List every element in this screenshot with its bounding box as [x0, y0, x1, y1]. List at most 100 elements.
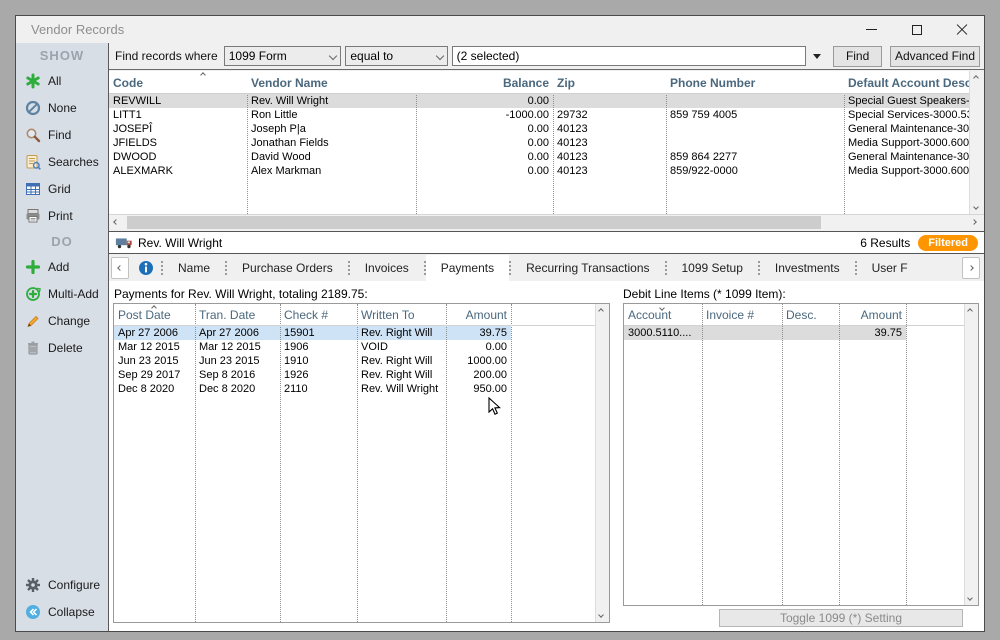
table-row[interactable]: JFIELDS Jonathan Fields 0.00 40123 Media…: [109, 136, 969, 150]
scroll-icon: [25, 154, 41, 170]
tab-invoices[interactable]: Invoices: [350, 255, 424, 281]
debit-row[interactable]: 3000.5110.... 39.75: [624, 326, 906, 340]
records-vertical-scrollbar[interactable]: [969, 71, 984, 214]
record-info-button[interactable]: [131, 255, 161, 281]
tab-1099-setup[interactable]: 1099 Setup: [667, 255, 758, 281]
table-row[interactable]: JOSEPÎ Joseph P|a 0.00 40123 General Mai…: [109, 122, 969, 136]
cell-zip: 40123: [553, 122, 666, 136]
cell-balance: -1000.00: [416, 108, 553, 122]
cell-tran-date: Sep 8 2016: [195, 368, 280, 382]
tabs-scroll-right-button[interactable]: [962, 257, 980, 279]
sidebar-item-grid[interactable]: Grid: [16, 175, 108, 202]
column-header-balance[interactable]: Balance: [416, 76, 553, 93]
sidebar-item-delete[interactable]: Delete: [16, 334, 108, 361]
cell-phone: [666, 136, 844, 150]
advanced-find-button[interactable]: Advanced Find: [890, 46, 980, 67]
maximize-icon: [912, 25, 922, 35]
column-header-written-to[interactable]: Written To: [357, 308, 446, 325]
table-row[interactable]: ALEXMARK Alex Markman 0.00 40123 859/922…: [109, 164, 969, 178]
cell-amount: 1000.00: [446, 354, 511, 368]
find-operator-dropdown[interactable]: equal to: [345, 46, 447, 66]
sidebar-section-show: SHOW: [16, 43, 108, 67]
sidebar-item-change[interactable]: Change: [16, 307, 108, 334]
sidebar-item-add[interactable]: Add: [16, 253, 108, 280]
column-header-post-date[interactable]: Post Date: [114, 308, 195, 325]
sidebar-item-collapse[interactable]: Collapse: [16, 598, 108, 625]
tab-name[interactable]: Name: [163, 255, 225, 281]
truck-icon: [115, 236, 133, 249]
triangle-down-icon: [813, 54, 821, 59]
records-table: Code Vendor Name Balance Zip Phone Numbe…: [109, 71, 969, 214]
table-row[interactable]: REVWILL Rev. Will Wright 0.00 Special Gu…: [109, 94, 969, 108]
minimize-button[interactable]: [849, 16, 894, 43]
sidebar-item-print[interactable]: Print: [16, 202, 108, 229]
sidebar-item-all[interactable]: All: [16, 67, 108, 94]
column-header-amount[interactable]: Amount: [839, 308, 906, 325]
tab-investments[interactable]: Investments: [760, 255, 855, 281]
scroll-down-icon: [973, 204, 979, 210]
close-button[interactable]: [939, 16, 984, 43]
sidebar-item-configure[interactable]: Configure: [16, 571, 108, 598]
cell-vendor-name: Jonathan Fields: [247, 136, 416, 150]
payment-row[interactable]: Apr 27 2006 Apr 27 2006 15901 Rev. Right…: [114, 326, 511, 340]
cell-phone: 859 864 2277: [666, 150, 844, 164]
main-area: Find records where 1099 Form equal to Fi…: [109, 43, 984, 631]
toggle-1099-button[interactable]: Toggle 1099 (*) Setting: [719, 609, 963, 627]
cell-vendor-name: Rev. Will Wright: [247, 94, 416, 108]
table-row[interactable]: LITT1 Ron Little -1000.00 29732 859 759 …: [109, 108, 969, 122]
column-header-invoice[interactable]: Invoice #: [702, 308, 782, 325]
cell-phone: [666, 122, 844, 136]
payments-vertical-scrollbar[interactable]: [595, 304, 609, 622]
column-header-default-account[interactable]: Default Account Desc: [844, 76, 969, 93]
payment-row[interactable]: Jun 23 2015 Jun 23 2015 1910 Rev. Right …: [114, 354, 609, 368]
cell-amount: 200.00: [446, 368, 511, 382]
column-header-vendor-name[interactable]: Vendor Name: [247, 76, 416, 93]
column-header-amount[interactable]: Amount: [446, 308, 511, 325]
find-value-input[interactable]: [452, 46, 806, 66]
cell-check: 1926: [280, 368, 357, 382]
column-header-desc[interactable]: Desc.: [782, 308, 839, 325]
status-bar: Rev. Will Wright 6 Results Filtered: [109, 231, 984, 254]
filtered-badge[interactable]: Filtered: [918, 235, 978, 251]
payment-row[interactable]: Mar 12 2015 Mar 12 2015 1906 VOID 0.00: [114, 340, 609, 354]
find-button[interactable]: Find: [833, 46, 882, 67]
find-field-dropdown[interactable]: 1099 Form: [224, 46, 342, 66]
tab-recurring-transactions[interactable]: Recurring Transactions: [511, 255, 664, 281]
cell-post-date: Mar 12 2015: [114, 340, 195, 354]
cell-code: DWOOD: [109, 150, 247, 164]
column-header-tran-date[interactable]: Tran. Date: [195, 308, 280, 325]
cell-check: 1910: [280, 354, 357, 368]
cell-balance: 0.00: [416, 94, 553, 108]
gear-icon: [25, 577, 41, 593]
tab-user-fields[interactable]: User F: [857, 255, 923, 281]
column-header-code[interactable]: Code: [109, 76, 247, 93]
table-row[interactable]: DWOOD David Wood 0.00 40123 859 864 2277…: [109, 150, 969, 164]
sidebar-item-label: Find: [48, 128, 71, 142]
sidebar-item-multi-add[interactable]: Multi-Add: [16, 280, 108, 307]
sidebar-item-searches[interactable]: Searches: [16, 148, 108, 175]
chevron-down-icon: [435, 52, 443, 60]
tabs-scroll-left-button[interactable]: [111, 257, 129, 279]
cell-written-to: VOID: [357, 340, 446, 354]
sidebar-item-none[interactable]: None: [16, 94, 108, 121]
records-horizontal-scrollbar[interactable]: [109, 214, 984, 230]
payment-row[interactable]: Sep 29 2017 Sep 8 2016 1926 Rev. Right W…: [114, 368, 609, 382]
cell-amount: 39.75: [839, 326, 906, 340]
sidebar-item-find[interactable]: Find: [16, 121, 108, 148]
close-icon: [956, 24, 968, 36]
chevron-left-icon: [117, 265, 123, 271]
maximize-button[interactable]: [894, 16, 939, 43]
tab-purchase-orders[interactable]: Purchase Orders: [227, 255, 348, 281]
column-header-phone[interactable]: Phone Number: [666, 76, 844, 93]
column-header-zip[interactable]: Zip: [553, 76, 666, 93]
cell-default-account: Special Services-3000.53: [844, 108, 969, 122]
scrollbar-thumb[interactable]: [127, 216, 821, 229]
column-header-account[interactable]: Account: [624, 308, 702, 325]
payment-row[interactable]: Dec 8 2020 Dec 8 2020 2110 Rev. Will Wri…: [114, 382, 609, 396]
cell-zip: 29732: [553, 108, 666, 122]
find-value-dropdown-button[interactable]: [810, 46, 823, 66]
column-header-check[interactable]: Check #: [280, 308, 357, 325]
debit-vertical-scrollbar[interactable]: [964, 304, 978, 605]
tab-payments[interactable]: Payments: [426, 255, 509, 281]
cell-invoice: [702, 326, 782, 340]
